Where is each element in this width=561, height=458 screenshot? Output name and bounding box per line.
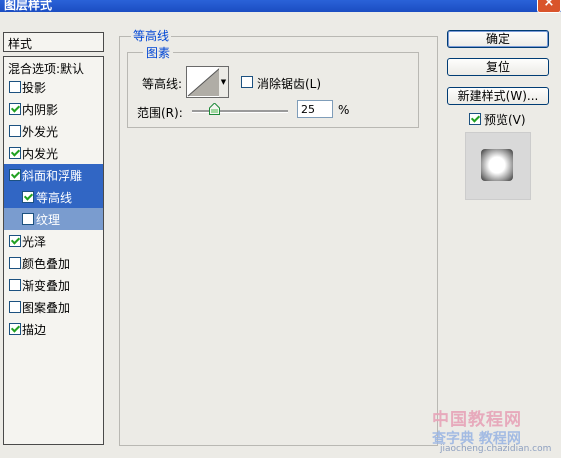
range-slider-thumb[interactable]	[209, 103, 220, 115]
style-item-satin[interactable]: 光泽	[4, 230, 103, 252]
style-item-label: 投影	[22, 81, 47, 95]
blend-options-item[interactable]: 混合选项:默认	[3, 56, 104, 78]
style-checkbox[interactable]	[9, 103, 21, 115]
style-item-outer-glow[interactable]: 外发光	[4, 120, 103, 142]
style-checkbox[interactable]	[9, 279, 21, 291]
elements-group-title: 图素	[143, 44, 174, 61]
style-item-label: 描边	[22, 323, 47, 337]
style-item-pattern-overlay[interactable]: 图案叠加	[4, 296, 103, 318]
reset-button[interactable]: 复位	[447, 58, 549, 76]
contour-label: 等高线:	[142, 77, 183, 91]
style-item-label: 图案叠加	[22, 301, 71, 315]
style-checkbox[interactable]	[9, 81, 21, 93]
style-item-inner-shadow[interactable]: 内阴影	[4, 98, 103, 120]
watermark-url: jiaocheng.chazidian.com	[440, 444, 552, 454]
style-item-label: 光泽	[22, 235, 47, 249]
close-icon[interactable]: ×	[537, 0, 561, 13]
style-checkbox[interactable]	[9, 323, 21, 335]
range-input[interactable]	[297, 100, 333, 118]
style-item-label: 内发光	[22, 147, 59, 161]
title-bar: 图层样式 ×	[0, 0, 561, 13]
style-checkbox[interactable]	[9, 125, 21, 137]
style-item-label: 等高线	[36, 191, 73, 205]
style-item-contour[interactable]: 等高线	[4, 186, 103, 208]
ok-button[interactable]: 确定	[447, 30, 549, 48]
anti-alias-label: 消除锯齿(L)	[257, 77, 322, 91]
watermark-line-1: 中国教程网	[432, 410, 522, 430]
style-item-label: 渐变叠加	[22, 279, 71, 293]
range-unit: %	[338, 103, 350, 117]
style-item-label: 内阴影	[22, 103, 59, 117]
style-item-gradient-overlay[interactable]: 渐变叠加	[4, 274, 103, 296]
style-item-label: 外发光	[22, 125, 59, 139]
style-item-inner-glow[interactable]: 内发光	[4, 142, 103, 164]
contour-group-title: 等高线	[131, 27, 172, 44]
anti-alias-checkbox[interactable]	[241, 76, 253, 88]
styles-header-label: 样式	[8, 37, 33, 51]
contour-picker[interactable]	[186, 66, 222, 98]
preview-swatch	[481, 149, 513, 181]
style-item-bevel-emboss[interactable]: 斜面和浮雕	[4, 164, 103, 186]
preview-checkbox[interactable]	[469, 113, 481, 125]
range-slider-track[interactable]	[192, 110, 288, 113]
style-item-color-overlay[interactable]: 颜色叠加	[4, 252, 103, 274]
style-item-texture[interactable]: 纹理	[4, 208, 103, 230]
style-checkbox[interactable]	[22, 213, 34, 225]
style-item-drop-shadow[interactable]: 投影	[4, 76, 103, 98]
style-checkbox[interactable]	[9, 147, 21, 159]
range-label: 范围(R):	[137, 106, 183, 120]
style-item-label: 纹理	[36, 213, 61, 227]
style-list: 投影 内阴影 外发光 内发光 斜面和浮雕 等高线 纹理 光泽 颜色叠加 渐变叠加…	[3, 76, 104, 445]
preview-thumbnail	[465, 132, 531, 200]
contour-curve-icon	[187, 67, 221, 97]
chevron-down-icon[interactable]: ▼	[219, 66, 229, 98]
window-title: 图层样式	[4, 0, 53, 12]
styles-header[interactable]: 样式	[3, 32, 104, 52]
style-checkbox[interactable]	[9, 235, 21, 247]
style-item-label: 颜色叠加	[22, 257, 71, 271]
style-checkbox[interactable]	[9, 169, 21, 181]
style-checkbox[interactable]	[22, 191, 34, 203]
style-checkbox[interactable]	[9, 301, 21, 313]
new-style-button[interactable]: 新建样式(W)...	[447, 87, 549, 105]
style-checkbox[interactable]	[9, 257, 21, 269]
blend-options-label: 混合选项:默认	[8, 62, 85, 76]
style-item-stroke[interactable]: 描边	[4, 318, 103, 340]
style-item-label: 斜面和浮雕	[22, 169, 83, 183]
preview-label: 预览(V)	[484, 113, 526, 127]
